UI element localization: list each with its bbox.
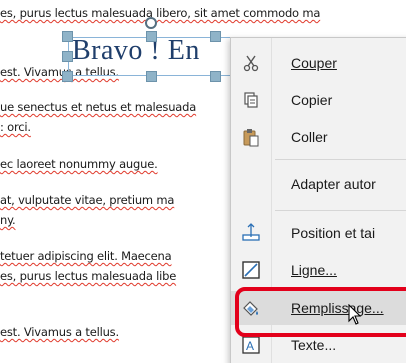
menu-separator (275, 210, 406, 211)
wordart-text[interactable]: Bravo ! En (72, 35, 200, 67)
menu-item-ligne[interactable]: Ligne... (231, 253, 406, 287)
resize-handle-top-left[interactable] (62, 31, 73, 42)
document-line: est. Vivamus a tellus. (0, 325, 119, 339)
svg-text:A: A (246, 339, 254, 353)
document-line: : orci. (0, 120, 31, 134)
scissors-icon (231, 46, 271, 80)
mouse-cursor-icon (348, 303, 362, 331)
paste-icon (231, 120, 271, 154)
document-line: at, vulputate vitae, pretium ma (0, 193, 175, 207)
document-line: es, purus lectus malesuada libero, sit a… (0, 6, 321, 20)
menu-item-adapter[interactable]: Adapter autor (231, 167, 406, 201)
copy-icon (231, 83, 271, 117)
resize-handle-bottom-right[interactable] (210, 71, 221, 82)
resize-handle-left[interactable] (62, 51, 73, 62)
menu-item-label: Copier (291, 92, 333, 108)
menu-item-label: Ligne... (291, 262, 337, 278)
document-line: tetuer adipiscing elit. Maecena (0, 249, 172, 263)
menu-item-position[interactable]: Position et tai (231, 216, 406, 250)
menu-item-label: Texte... (291, 337, 337, 353)
menu-item-couper[interactable]: Couper (231, 46, 406, 80)
document-line: ue senectus et netus et malesuada (0, 100, 197, 114)
menu-item-label: Adapter autor (291, 176, 376, 192)
document-line: es, purus lectus malesuada libe (0, 269, 177, 283)
line-icon (231, 253, 271, 287)
menu-item-label: Couper (291, 55, 337, 71)
resize-handle-bottom-left[interactable] (62, 71, 73, 82)
position-icon (231, 216, 271, 250)
menu-item-copier[interactable]: Copier (231, 83, 406, 117)
resize-handle-top[interactable] (146, 31, 157, 42)
menu-item-label: Position et tai (291, 225, 376, 241)
menu-separator (275, 159, 406, 160)
rotate-handle[interactable] (145, 17, 157, 29)
menu-item-coller[interactable]: Coller (231, 120, 406, 154)
document-line: ec laoreet nonummy augue. (0, 157, 158, 171)
menu-item-label: Coller (291, 129, 328, 145)
resize-handle-top-right[interactable] (210, 31, 221, 42)
highlight-annotation (235, 287, 406, 337)
resize-handle-bottom[interactable] (146, 71, 157, 82)
document-line: ny. (0, 213, 16, 227)
